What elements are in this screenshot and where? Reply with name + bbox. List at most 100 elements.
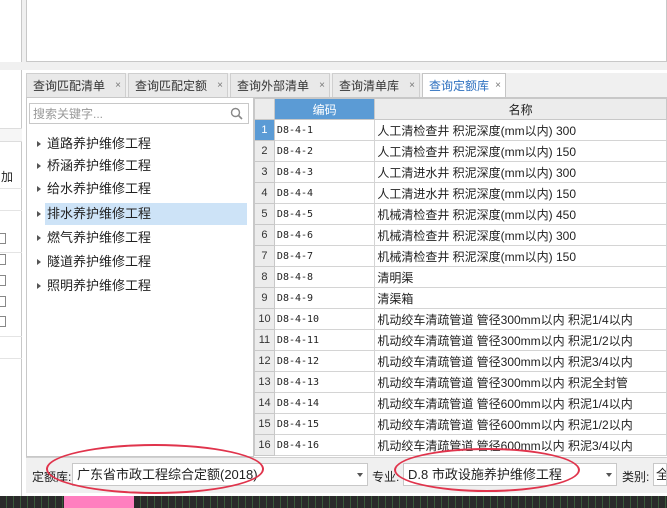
quota-name-cell[interactable]: 人工清检查井 积泥深度(mm以内) 150 (374, 140, 667, 162)
column-header-name[interactable]: 名称 (374, 98, 667, 120)
tree-item-gas[interactable]: 燃气养护维修工程 (37, 227, 247, 249)
row-number[interactable]: 10 (254, 308, 275, 330)
close-icon[interactable]: × (217, 74, 223, 98)
quota-code-cell[interactable]: D8-4-8 (273, 266, 376, 288)
table-row[interactable]: 15 D8-4-15 机动绞车清疏管道 管径600mm以内 积泥1/2以内 (254, 413, 667, 435)
close-icon[interactable]: × (409, 74, 415, 98)
row-number[interactable]: 2 (254, 140, 275, 162)
quota-name-cell[interactable]: 清渠箱 (374, 287, 667, 309)
table-row[interactable]: 11 D8-4-11 机动绞车清疏管道 管径300mm以内 积泥1/2以内 (254, 329, 667, 351)
table-row[interactable]: 16 D8-4-16 机动绞车清疏管道 管径600mm以内 积泥3/4以内 (254, 434, 667, 456)
quota-name-cell[interactable]: 人工清进水井 积泥深度(mm以内) 300 (374, 161, 667, 183)
left-pane-checkbox[interactable] (0, 316, 6, 327)
tab-query-match-quota[interactable]: 查询匹配定额 × (128, 73, 228, 97)
quota-name-cell[interactable]: 机动绞车清疏管道 管径300mm以内 积泥全封管 (374, 371, 667, 393)
quota-name-cell[interactable]: 机动绞车清疏管道 管径300mm以内 积泥1/2以内 (374, 329, 667, 351)
row-number[interactable]: 1 (254, 119, 275, 141)
quota-code-cell[interactable]: D8-4-12 (273, 350, 376, 372)
quota-code-cell[interactable]: D8-4-3 (273, 161, 376, 183)
major-select[interactable]: D.8 市政设施养护维修工程 (403, 463, 617, 486)
quota-code-cell[interactable]: D8-4-14 (273, 392, 376, 414)
quota-code-cell[interactable]: D8-4-5 (273, 203, 376, 225)
quota-code-cell[interactable]: D8-4-15 (273, 413, 376, 435)
quota-name-cell[interactable]: 机动绞车清疏管道 管径300mm以内 积泥1/4以内 (374, 308, 667, 330)
search-input[interactable] (33, 106, 223, 121)
row-number[interactable]: 6 (254, 224, 275, 246)
column-header-code[interactable]: 编码 (273, 98, 376, 120)
row-number[interactable]: 8 (254, 266, 275, 288)
table-row[interactable]: 12 D8-4-12 机动绞车清疏管道 管径300mm以内 积泥3/4以内 (254, 350, 667, 372)
chevron-down-icon[interactable] (357, 473, 363, 477)
quota-name-cell[interactable]: 机械清检查井 积泥深度(mm以内) 300 (374, 224, 667, 246)
row-number-header[interactable] (254, 98, 275, 120)
quota-name-cell[interactable]: 机动绞车清疏管道 管径600mm以内 积泥1/2以内 (374, 413, 667, 435)
category-select[interactable]: 全 (653, 463, 667, 486)
tab-query-external-list[interactable]: 查询外部清单 × (230, 73, 330, 97)
row-number[interactable]: 5 (254, 203, 275, 225)
quota-code-cell[interactable]: D8-4-11 (273, 329, 376, 351)
caret-right-icon[interactable] (37, 211, 41, 217)
quota-library-select[interactable]: 广东省市政工程综合定额(2018) (72, 463, 368, 486)
tree-item-lighting[interactable]: 照明养护维修工程 (37, 275, 247, 297)
quota-code-cell[interactable]: D8-4-2 (273, 140, 376, 162)
quota-code-cell[interactable]: D8-4-1 (273, 119, 376, 141)
table-row[interactable]: 3 D8-4-3 人工清进水井 积泥深度(mm以内) 300 (254, 161, 667, 183)
tree-item-tunnel[interactable]: 隧道养护维修工程 (37, 251, 247, 273)
search-icon[interactable] (230, 107, 243, 120)
table-row[interactable]: 6 D8-4-6 机械清检查井 积泥深度(mm以内) 300 (254, 224, 667, 246)
quota-code-cell[interactable]: D8-4-13 (273, 371, 376, 393)
caret-right-icon[interactable] (37, 186, 41, 192)
caret-right-icon[interactable] (37, 235, 41, 241)
row-number[interactable]: 15 (254, 413, 275, 435)
quota-code-cell[interactable]: D8-4-10 (273, 308, 376, 330)
quota-code-cell[interactable]: D8-4-9 (273, 287, 376, 309)
caret-right-icon[interactable] (37, 283, 41, 289)
tab-query-quota-library[interactable]: 查询定额库 × (422, 73, 506, 98)
close-icon[interactable]: × (495, 74, 501, 98)
quota-name-cell[interactable]: 机械清检查井 积泥深度(mm以内) 450 (374, 203, 667, 225)
row-number[interactable]: 3 (254, 161, 275, 183)
close-icon[interactable]: × (115, 74, 121, 98)
table-row[interactable]: 2 D8-4-2 人工清检查井 积泥深度(mm以内) 150 (254, 140, 667, 162)
row-number[interactable]: 11 (254, 329, 275, 351)
tree-item-water-supply[interactable]: 给水养护维修工程 (37, 178, 247, 200)
quota-name-cell[interactable]: 清明渠 (374, 266, 667, 288)
left-pane-checkbox[interactable] (0, 233, 6, 244)
left-pane-checkbox[interactable] (0, 254, 6, 265)
row-number[interactable]: 16 (254, 434, 275, 456)
quota-name-cell[interactable]: 机动绞车清疏管道 管径600mm以内 积泥1/4以内 (374, 392, 667, 414)
quota-code-cell[interactable]: D8-4-6 (273, 224, 376, 246)
row-number[interactable]: 9 (254, 287, 275, 309)
table-row[interactable]: 14 D8-4-14 机动绞车清疏管道 管径600mm以内 积泥1/4以内 (254, 392, 667, 414)
left-pane-checkbox[interactable] (0, 275, 6, 286)
row-number[interactable]: 7 (254, 245, 275, 267)
quota-name-cell[interactable]: 机动绞车清疏管道 管径300mm以内 积泥3/4以内 (374, 350, 667, 372)
quota-name-cell[interactable]: 机械清检查井 积泥深度(mm以内) 150 (374, 245, 667, 267)
quota-name-cell[interactable]: 人工清进水井 积泥深度(mm以内) 150 (374, 182, 667, 204)
left-pane-checkbox[interactable] (0, 296, 6, 307)
caret-right-icon[interactable] (37, 259, 41, 265)
tab-query-list-library[interactable]: 查询清单库 × (332, 73, 420, 97)
table-row[interactable]: 10 D8-4-10 机动绞车清疏管道 管径300mm以内 积泥1/4以内 (254, 308, 667, 330)
quota-name-cell[interactable]: 机动绞车清疏管道 管径600mm以内 积泥3/4以内 (374, 434, 667, 456)
table-row[interactable]: 5 D8-4-5 机械清检查井 积泥深度(mm以内) 450 (254, 203, 667, 225)
quota-name-cell[interactable]: 人工清检查井 积泥深度(mm以内) 300 (374, 119, 667, 141)
tree-item-drainage[interactable]: 排水养护维修工程 (37, 203, 247, 225)
row-number[interactable]: 13 (254, 371, 275, 393)
table-row[interactable]: 1 D8-4-1 人工清检查井 积泥深度(mm以内) 300 (254, 119, 667, 141)
tab-query-match-list[interactable]: 查询匹配清单 × (26, 73, 126, 97)
row-number[interactable]: 12 (254, 350, 275, 372)
row-number[interactable]: 4 (254, 182, 275, 204)
caret-right-icon[interactable] (37, 141, 41, 147)
tree-item-road[interactable]: 道路养护维修工程 (37, 133, 247, 155)
chevron-down-icon[interactable] (606, 473, 612, 477)
caret-right-icon[interactable] (37, 163, 41, 169)
table-row[interactable]: 4 D8-4-4 人工清进水井 积泥深度(mm以内) 150 (254, 182, 667, 204)
tree-item-bridge[interactable]: 桥涵养护维修工程 (37, 155, 247, 177)
quota-code-cell[interactable]: D8-4-4 (273, 182, 376, 204)
quota-code-cell[interactable]: D8-4-16 (273, 434, 376, 456)
table-row[interactable]: 9 D8-4-9 清渠箱 (254, 287, 667, 309)
table-row[interactable]: 13 D8-4-13 机动绞车清疏管道 管径300mm以内 积泥全封管 (254, 371, 667, 393)
close-icon[interactable]: × (319, 74, 325, 98)
table-row[interactable]: 8 D8-4-8 清明渠 (254, 266, 667, 288)
